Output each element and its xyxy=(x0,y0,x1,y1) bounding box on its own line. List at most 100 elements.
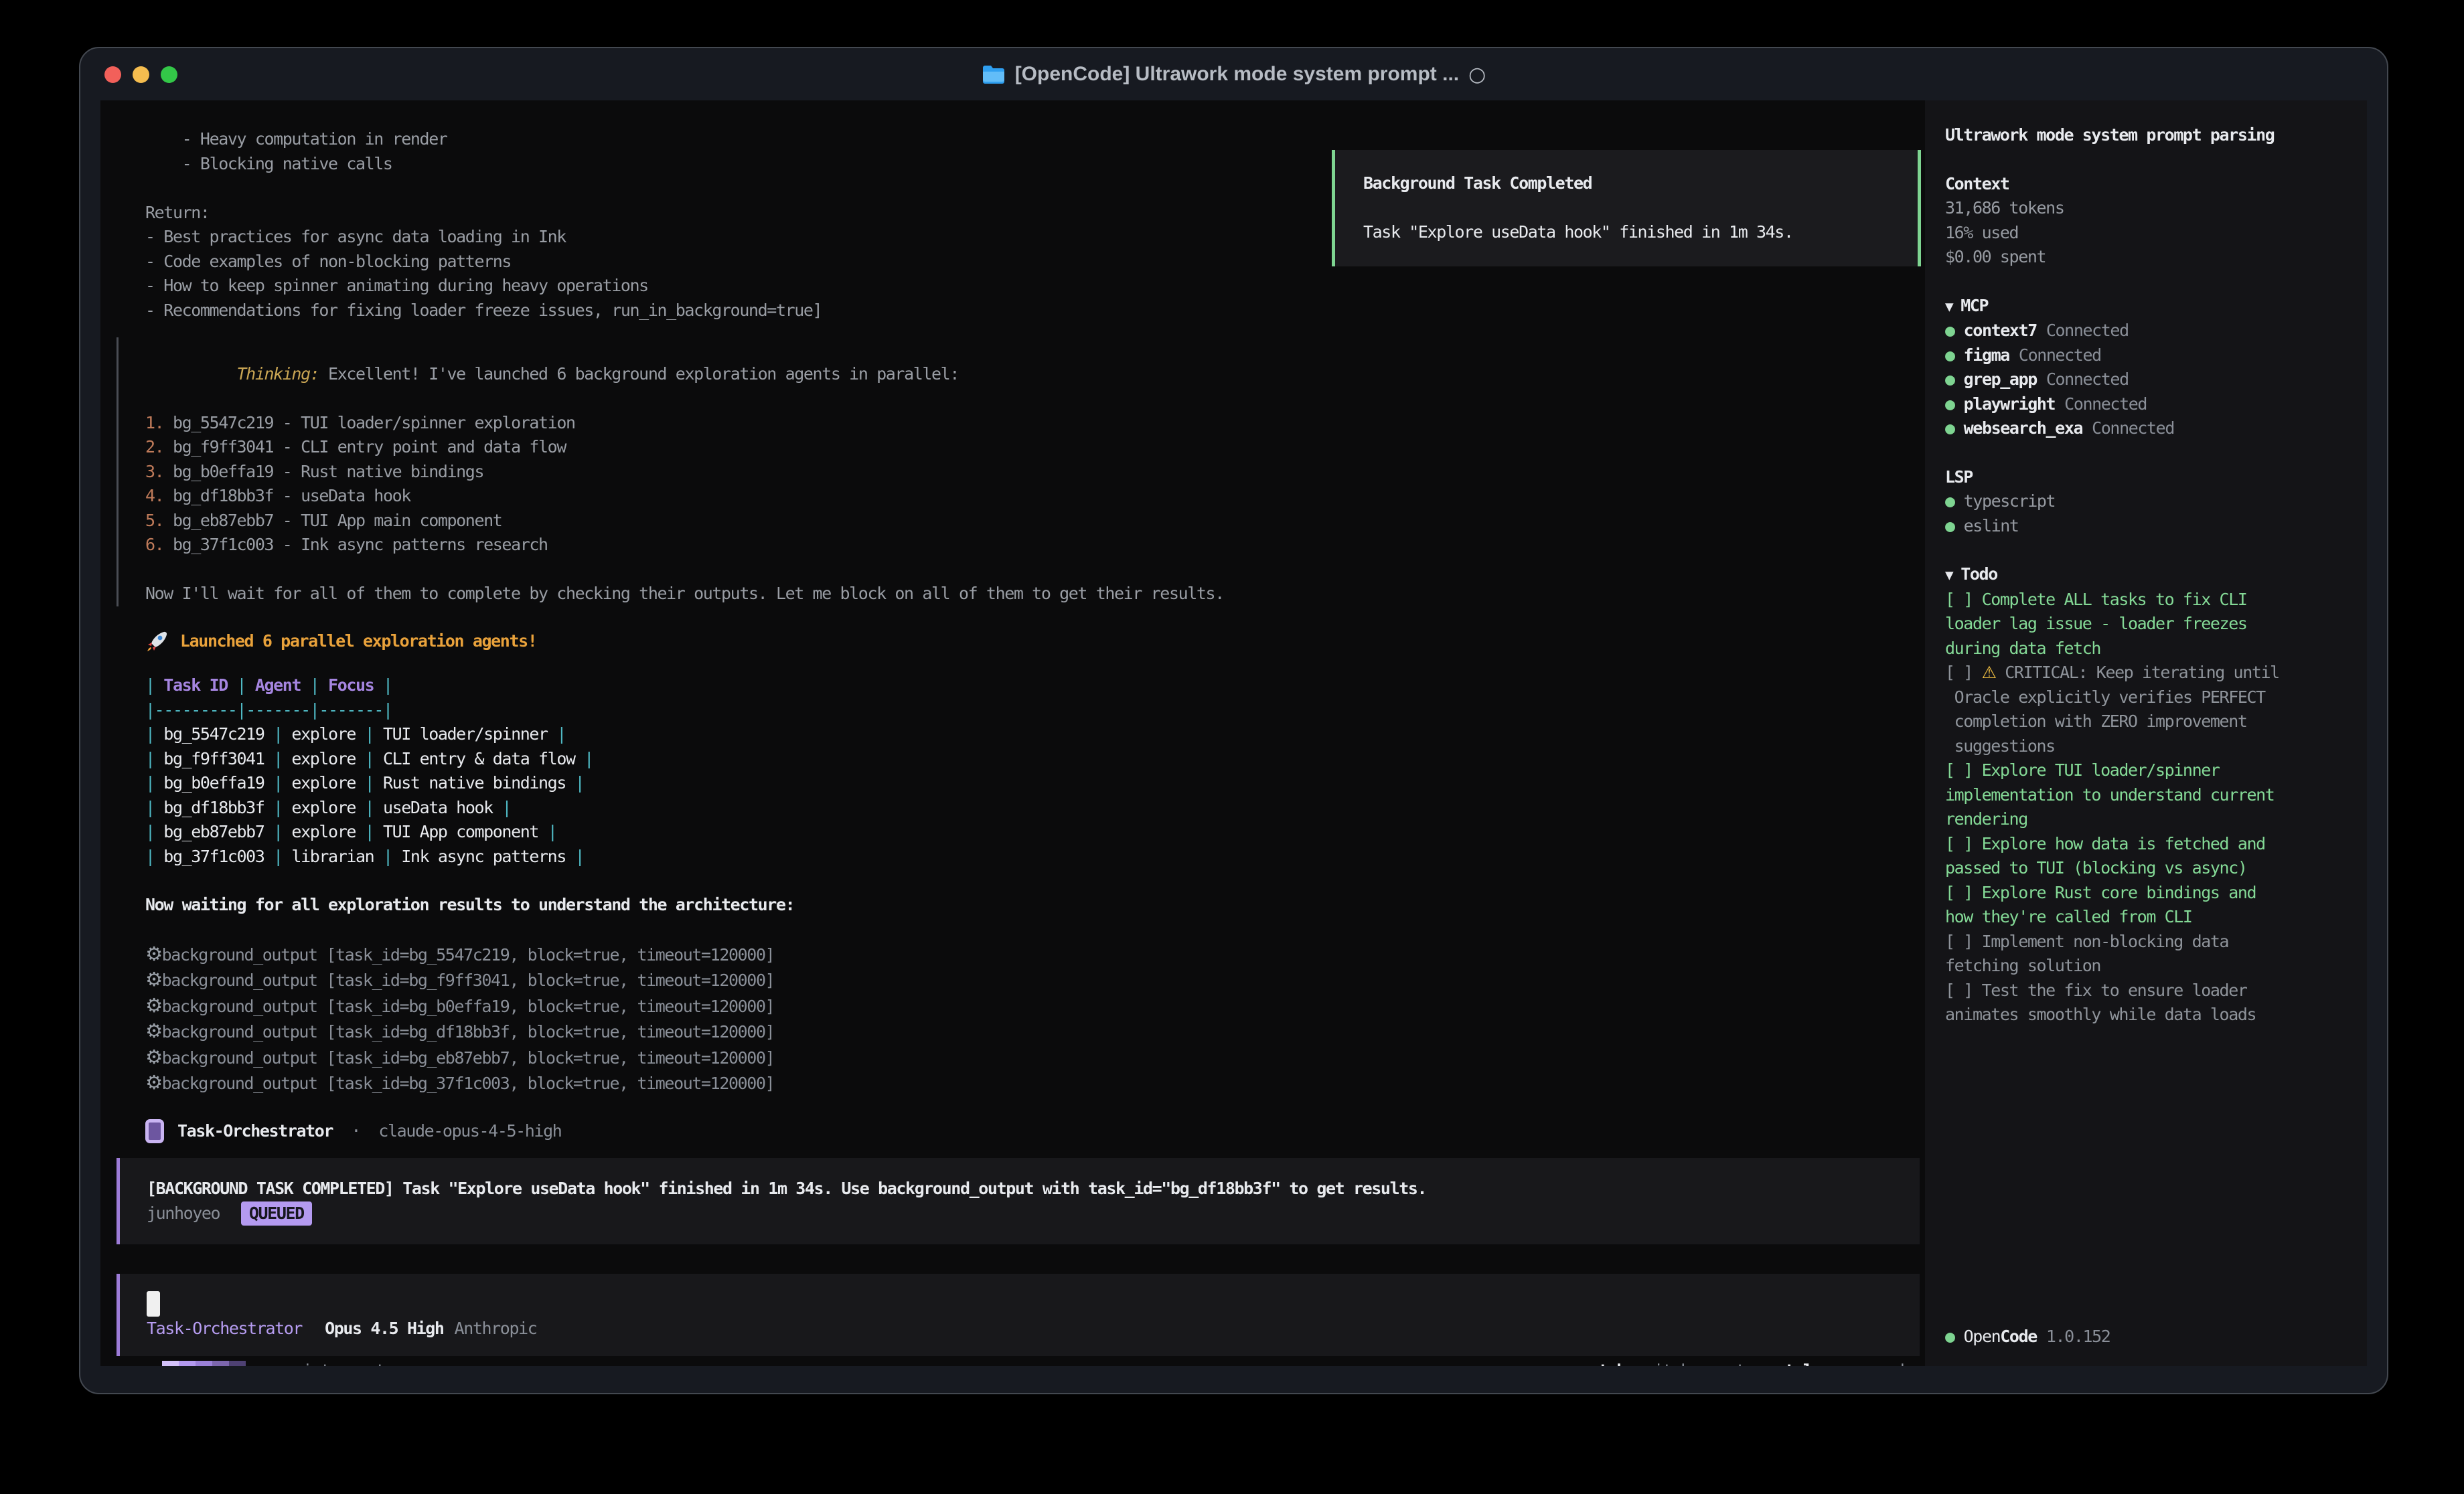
table-pipe: | xyxy=(365,724,374,744)
connection-dot-icon: ● xyxy=(1945,321,1954,340)
table-cell: ------- xyxy=(246,700,310,720)
message-author: junhoyeo xyxy=(147,1204,220,1223)
message-meta-row: junhoyeo QUEUED xyxy=(147,1201,1893,1226)
thinking-list-item: 1. bg_5547c219 - TUI loader/spinner expl… xyxy=(145,411,1920,436)
todo-item: [ ] Test the fix to ensure loader animat… xyxy=(1945,979,2348,1027)
lsp-list: ●typescript●eslint xyxy=(1945,489,2348,538)
brand-code: Code xyxy=(2000,1327,2037,1346)
table-cell: bg_eb87ebb7 xyxy=(155,822,273,841)
todo-item: [ ] Explore Rust core bindings and how t… xyxy=(1945,881,2348,930)
context-title: Context xyxy=(1945,172,2348,197)
tool-call-line: ⚙background_output [task_id=bg_eb87ebb7,… xyxy=(145,1045,1920,1071)
mcp-name: figma xyxy=(1964,345,2009,365)
table-cell: explore xyxy=(283,822,365,841)
esc-key: esc xyxy=(266,1361,293,1367)
table-cell: bg_df18bb3f xyxy=(155,798,273,817)
table-cell: CLI entry & data flow xyxy=(374,749,584,768)
context-used: 16% used xyxy=(1945,221,2348,246)
mcp-status: Connected xyxy=(2064,394,2147,414)
connection-dot-icon: ● xyxy=(1945,516,1954,535)
todo-item: [ ] Complete ALL tasks to fix CLI loader… xyxy=(1945,588,2348,661)
connection-dot-icon: ● xyxy=(1945,369,1954,389)
table-pipe: | xyxy=(548,822,557,841)
table-row: | bg_37f1c003 | librarian | Ink async pa… xyxy=(145,845,1920,869)
table-pipe: | xyxy=(383,847,392,866)
sidebar: Ultrawork mode system prompt parsing Con… xyxy=(1925,100,2367,1366)
tool-call-text: background_output [task_id=bg_b0effa19, … xyxy=(162,997,775,1016)
list-number: 6. xyxy=(145,535,173,554)
prompt-input[interactable]: Task-Orchestrator Opus 4.5 High Anthropi… xyxy=(117,1274,1920,1356)
input-model-name[interactable]: Opus 4.5 High xyxy=(325,1317,443,1341)
tool-call-text: background_output [task_id=bg_37f1c003, … xyxy=(162,1074,775,1093)
thinking-intro: Excellent! I've launched 6 background ex… xyxy=(319,364,959,384)
table-cell: TUI App component xyxy=(374,822,547,841)
mcp-item: ●playwrightConnected xyxy=(1945,392,2348,417)
tool-call-line: ⚙background_output [task_id=bg_f9ff3041,… xyxy=(145,967,1920,993)
thinking-list-item: 4. bg_df18bb3f - useData hook xyxy=(145,484,1920,509)
tool-call-line: ⚙background_output [task_id=bg_df18bb3f,… xyxy=(145,1019,1920,1045)
table-pipe: | xyxy=(145,724,155,744)
tool-call-line: ⚙background_output [task_id=bg_5547c219,… xyxy=(145,942,1920,968)
table-cell: TUI loader/spinner xyxy=(374,724,556,744)
table-cell: bg_b0effa19 xyxy=(155,773,273,793)
text-cursor xyxy=(147,1291,160,1317)
orchestrator-name: Task-Orchestrator xyxy=(177,1119,333,1144)
gear-icon: ⚙ xyxy=(145,1019,162,1042)
titlebar[interactable]: [OpenCode] Ultrawork mode system prompt … xyxy=(80,48,2387,100)
table-cell: Task ID xyxy=(155,675,237,695)
mcp-item: ●grep_appConnected xyxy=(1945,367,2348,392)
input-agent-name[interactable]: Task-Orchestrator xyxy=(147,1317,302,1341)
mcp-status: Connected xyxy=(2046,321,2129,340)
table-row: | bg_b0effa19 | explore | Rust native bi… xyxy=(145,771,1920,796)
agent-avatar-icon xyxy=(145,1119,164,1143)
list-number: 2. xyxy=(145,437,173,456)
list-text: bg_f9ff3041 - CLI entry point and data f… xyxy=(173,437,566,456)
todo-section: ▼Todo [ ] Complete ALL tasks to fix CLI … xyxy=(1945,562,2348,1027)
background-task-message-box[interactable]: [BACKGROUND TASK COMPLETED] Task "Explor… xyxy=(117,1158,1920,1244)
table-row: | bg_5547c219 | explore | TUI loader/spi… xyxy=(145,722,1920,747)
table-pipe: | xyxy=(145,700,155,720)
table-cell: explore xyxy=(283,724,365,744)
table-pipe: | xyxy=(273,749,283,768)
notification-body: Task "Explore useData hook" finished in … xyxy=(1363,220,1890,245)
mcp-header[interactable]: ▼MCP xyxy=(1945,294,2348,319)
todo-header[interactable]: ▼Todo xyxy=(1945,562,2348,588)
thinking-agent-list: 1. bg_5547c219 - TUI loader/spinner expl… xyxy=(145,411,1920,558)
list-number: 3. xyxy=(145,462,173,481)
mcp-name: context7 xyxy=(1964,321,2037,340)
mcp-status: Connected xyxy=(2046,369,2129,389)
folder-icon xyxy=(982,64,1006,84)
table-cell: ------- xyxy=(319,700,383,720)
table-pipe: | xyxy=(273,798,283,817)
brand-open: Open xyxy=(1964,1327,2001,1346)
table-cell: useData hook xyxy=(374,798,502,817)
thinking-list-item: 2. bg_f9ff3041 - CLI entry point and dat… xyxy=(145,435,1920,460)
todo-text: CRITICAL: Keep iterating until Oracle ex… xyxy=(1945,663,2279,756)
rocket-icon xyxy=(145,629,169,653)
input-footer: Task-Orchestrator Opus 4.5 High Anthropi… xyxy=(147,1317,1893,1341)
background-task-notification[interactable]: Background Task Completed Task "Explore … xyxy=(1332,150,1921,266)
table-pipe: | xyxy=(237,700,246,720)
orchestrator-separator: · xyxy=(333,1119,378,1144)
list-text: bg_df18bb3f - useData hook xyxy=(173,486,410,505)
table-pipe: | xyxy=(365,749,374,768)
mcp-list: ●context7Connected●figmaConnected●grep_a… xyxy=(1945,319,2348,441)
mcp-name: websearch_exa xyxy=(1964,418,2082,438)
table-pipe: | xyxy=(556,724,566,744)
esc-label: interrupt xyxy=(303,1361,385,1367)
table-cell: bg_5547c219 xyxy=(155,724,273,744)
table-cell: librarian xyxy=(283,847,383,866)
table-pipe: | xyxy=(273,822,283,841)
spinner-blocks xyxy=(162,1361,246,1366)
list-text: bg_5547c219 - TUI loader/spinner explora… xyxy=(173,413,575,432)
window-title-text: [OpenCode] Ultrawork mode system prompt … xyxy=(1015,63,1459,86)
queued-badge: QUEUED xyxy=(241,1201,312,1226)
waiting-line: Now waiting for all exploration results … xyxy=(145,893,1920,918)
table-row: | bg_f9ff3041 | explore | CLI entry & da… xyxy=(145,747,1920,772)
proxy-icon: ○ xyxy=(1468,63,1486,86)
table-pipe: | xyxy=(145,749,155,768)
terminal-main-pane[interactable]: Background Task Completed Task "Explore … xyxy=(100,100,1925,1366)
table-cell: --------- xyxy=(155,700,237,720)
message-text: [BACKGROUND TASK COMPLETED] Task "Explor… xyxy=(147,1177,1893,1201)
thinking-list-item: 5. bg_eb87ebb7 - TUI App main component xyxy=(145,509,1920,533)
